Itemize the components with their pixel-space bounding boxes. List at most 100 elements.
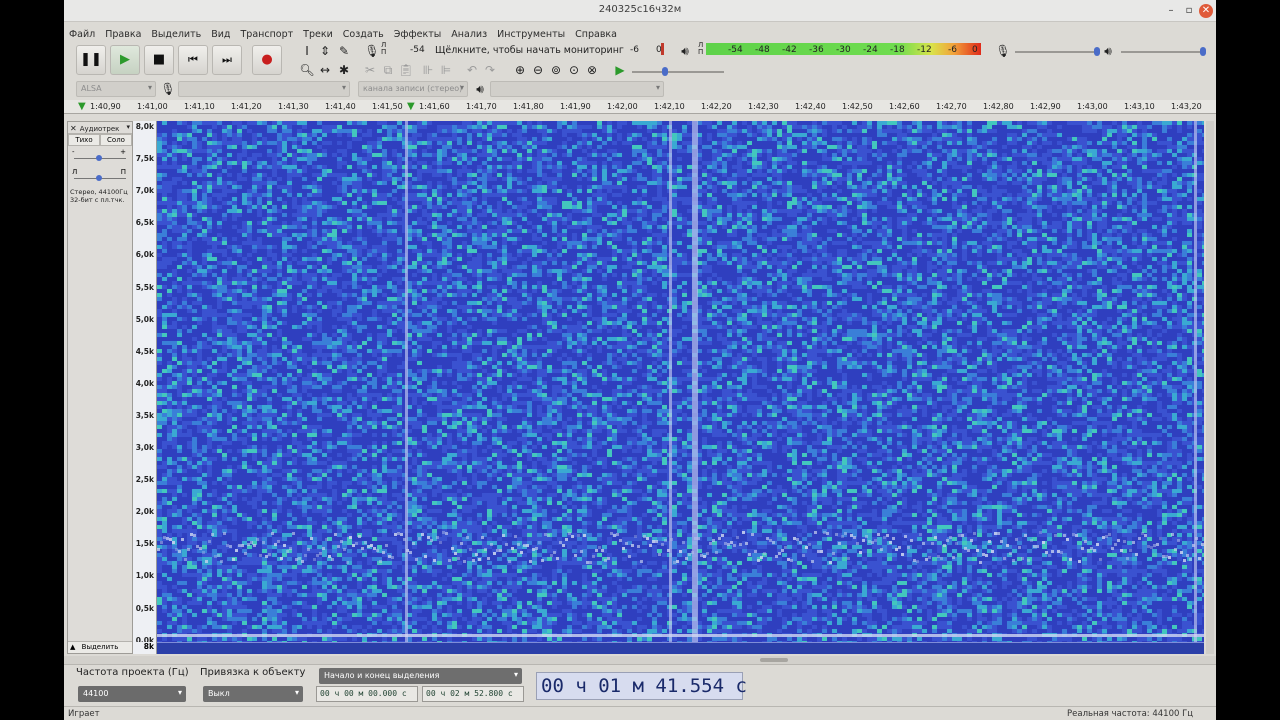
play-volume-thumb[interactable]	[1200, 47, 1206, 56]
ruler-tick-label: 1:41,50	[372, 102, 403, 111]
play-speed-slider[interactable]	[632, 71, 724, 73]
menu-generate[interactable]: Создать	[338, 26, 389, 40]
menu-transport[interactable]: Транспорт	[235, 26, 298, 40]
mute-button[interactable]: Тихо	[68, 134, 100, 146]
spectrogram-view[interactable]	[157, 121, 1204, 642]
silence-icon[interactable]: ⊫	[438, 62, 454, 78]
ruler-tick-label: 1:41,80	[513, 102, 544, 111]
menu-help[interactable]: Справка	[570, 26, 622, 40]
horizontal-scrollbar[interactable]	[64, 656, 1216, 664]
menu-edit[interactable]: Правка	[100, 26, 146, 40]
undo-icon[interactable]: ↶	[464, 62, 480, 78]
snap-combo[interactable]: Выкл	[203, 686, 303, 702]
ruler-tick-label: 1:41,70	[466, 102, 497, 111]
frequency-tick-label: 1,5k	[136, 539, 154, 548]
gain-thumb[interactable]	[96, 155, 102, 161]
ruler-tick-label: 1:41,10	[184, 102, 215, 111]
ruler-tick-label: 1:43,10	[1124, 102, 1155, 111]
track-header[interactable]: ✕ Аудиотрек ▾	[68, 122, 132, 134]
zoom-tool-icon[interactable]: 🔍︎	[299, 62, 315, 78]
rec-device-combo[interactable]	[178, 81, 350, 97]
audio-position-display[interactable]: 00 ч 01 м 41.554 с	[536, 672, 743, 700]
track-format: Стерео, 44100Гц	[70, 188, 128, 196]
play-device-combo[interactable]	[490, 81, 664, 97]
skip-start-button[interactable]: ⏮	[178, 45, 208, 75]
ruler-tick-label: 1:41,30	[278, 102, 309, 111]
selection-start-field[interactable]: 00 ч 00 м 00.000 с	[316, 686, 418, 702]
second-channel-strip	[157, 642, 1204, 654]
rec-meter-prompt[interactable]: Щёлкните, чтобы начать мониторинг	[435, 45, 624, 56]
menu-analyze[interactable]: Анализ	[446, 26, 492, 40]
speaker-icon[interactable]: 🔊︎	[677, 43, 693, 59]
fit-selection-icon[interactable]: ⊚	[548, 62, 564, 78]
menu-effects[interactable]: Эффекты	[389, 26, 447, 40]
zoom-out-icon[interactable]: ⊖	[530, 62, 546, 78]
gain-minus: -	[72, 148, 75, 156]
ruler-tick-label: 1:42,00	[607, 102, 638, 111]
rec-volume-slider[interactable]	[1015, 51, 1099, 53]
ruler-tick-label: 1:42,50	[842, 102, 873, 111]
track-name[interactable]: Аудиотрек	[80, 125, 120, 133]
track-control-panel: ✕ Аудиотрек ▾ Тихо Соло - + Л П Стерео, 44…	[67, 121, 133, 654]
pan-thumb[interactable]	[96, 175, 102, 181]
multi-tool-icon[interactable]: ✱	[336, 62, 352, 78]
zoom-in-icon[interactable]: ⊕	[512, 62, 528, 78]
timeline-ruler[interactable]: 1:40,90 1:41,00 1:41,10 1:41,20 1:41,30 1:41,…	[64, 100, 1216, 114]
menu-view[interactable]: Вид	[206, 26, 235, 40]
close-icon[interactable]: ✕	[1199, 4, 1213, 18]
ruler-tick-label: 1:43,20	[1171, 102, 1202, 111]
menu-tools[interactable]: Инструменты	[492, 26, 570, 40]
horizontal-scroll-thumb[interactable]	[760, 658, 788, 662]
window-title: 240325с16ч32м	[64, 4, 1216, 15]
trim-icon[interactable]: ⊪	[420, 62, 436, 78]
frequency-axis: 8,0k 7,5k 7,0k 6,5k 6,0k 5,5k 5,0k 4,5k 4,0k 3,5k…	[133, 121, 157, 654]
pause-button[interactable]: ❚❚	[76, 45, 106, 75]
copy-icon[interactable]: ⧉	[380, 62, 396, 78]
play-button[interactable]: ▶	[110, 45, 140, 75]
play-volume-speaker-icon: 🔊︎	[1100, 43, 1116, 59]
timeshift-tool-icon[interactable]: ↔	[317, 62, 333, 78]
microphone-icon[interactable]: 🎙︎	[364, 43, 380, 59]
selection-tool-icon[interactable]: I	[299, 43, 315, 59]
project-rate-combo[interactable]: 44100	[78, 686, 186, 702]
cut-icon[interactable]: ✂	[362, 62, 378, 78]
play-meter-channels: Л П	[698, 42, 703, 56]
rec-meter-channels: Л П	[381, 42, 386, 56]
play-at-speed-icon[interactable]: ▶	[612, 62, 628, 78]
menu-select[interactable]: Выделить	[146, 26, 206, 40]
frequency-tick-label: 2,0k	[136, 507, 154, 516]
play-volume-slider[interactable]	[1121, 51, 1205, 53]
ruler-tick-label: 1:41,60	[419, 102, 450, 111]
menu-tracks[interactable]: Треки	[298, 26, 338, 40]
zoom-toggle-icon[interactable]: ⊗	[584, 62, 600, 78]
play-speed-thumb[interactable]	[662, 67, 668, 76]
ruler-tick-label: 1:42,30	[748, 102, 779, 111]
record-button[interactable]: ●	[252, 45, 282, 75]
ruler-tick-label: 1:41,90	[560, 102, 591, 111]
stop-button[interactable]: ■	[144, 45, 174, 75]
host-combo[interactable]: ALSA	[76, 81, 156, 97]
track-sample-format: 32-бит с пл.тчк.	[70, 196, 128, 204]
minimize-icon[interactable]: –	[1164, 4, 1178, 18]
selection-mode-combo[interactable]: Начало и конец выделения	[319, 668, 522, 684]
menu-file[interactable]: Файл	[64, 26, 100, 40]
envelope-tool-icon[interactable]: ⇕	[317, 43, 333, 59]
collapse-icon[interactable]: ▲	[70, 642, 75, 653]
solo-button[interactable]: Соло	[100, 134, 132, 146]
gain-plus: +	[120, 148, 126, 156]
track-select-button[interactable]: ▲ Выделить	[68, 641, 132, 653]
ruler-tick-label: 1:40,90	[90, 102, 121, 111]
vertical-scrollbar[interactable]	[1206, 121, 1214, 654]
redo-icon[interactable]: ↷	[482, 62, 498, 78]
ruler-tick-label: 1:41,20	[231, 102, 262, 111]
draw-tool-icon[interactable]: ✎	[336, 43, 352, 59]
frequency-tick-label: 4,5k	[136, 347, 154, 356]
track-menu-icon[interactable]: ▾	[126, 123, 130, 131]
selection-end-field[interactable]: 00 ч 02 м 52.800 с	[422, 686, 524, 702]
rec-channels-combo[interactable]: канала записи (стерео)	[358, 81, 468, 97]
maximize-icon[interactable]: ▫	[1182, 4, 1196, 18]
skip-end-button[interactable]: ⏭	[212, 45, 242, 75]
fit-project-icon[interactable]: ⊙	[566, 62, 582, 78]
paste-icon[interactable]: 📋︎	[398, 62, 414, 78]
track-close-icon[interactable]: ✕	[70, 124, 77, 133]
